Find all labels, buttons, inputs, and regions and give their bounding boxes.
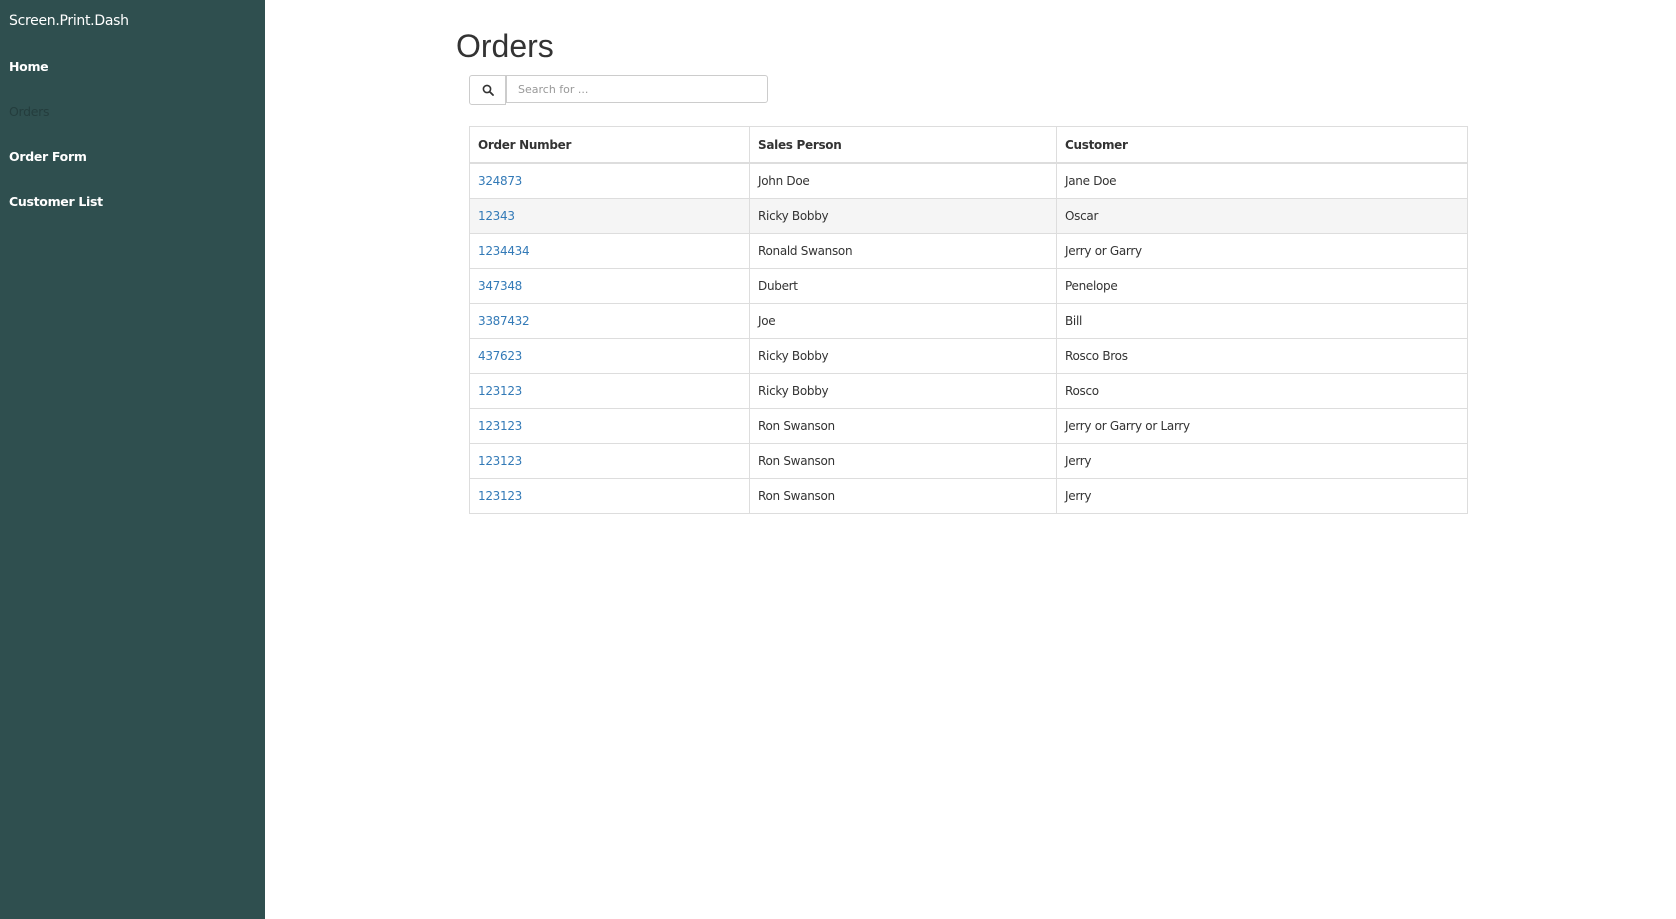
customer-cell: Jerry or Garry or Larry bbox=[1056, 408, 1468, 444]
order-number-cell: 123123 bbox=[469, 408, 750, 444]
sidebar-item-orders[interactable]: Orders bbox=[9, 104, 50, 119]
order-number-link[interactable]: 123123 bbox=[478, 454, 522, 468]
order-number-cell: 1234434 bbox=[469, 233, 750, 269]
table-header-row: Order Number Sales Person Customer bbox=[469, 126, 1468, 164]
order-number-cell: 324873 bbox=[469, 162, 750, 199]
table-row[interactable]: 123123 Ron Swanson Jerry bbox=[469, 443, 1468, 479]
table-row[interactable]: 123123 Ron Swanson Jerry or Garry or Lar… bbox=[469, 408, 1468, 444]
table-row[interactable]: 3387432 Joe Bill bbox=[469, 303, 1468, 339]
sales-person-cell: Ron Swanson bbox=[749, 478, 1057, 514]
order-number-cell: 3387432 bbox=[469, 303, 750, 339]
table-row[interactable]: 123123 Ricky Bobby Rosco bbox=[469, 373, 1468, 409]
sidebar: Screen.Print.Dash Home Orders Order Form… bbox=[0, 0, 265, 919]
table-row[interactable]: 437623 Ricky Bobby Rosco Bros bbox=[469, 338, 1468, 374]
order-number-cell: 347348 bbox=[469, 268, 750, 304]
order-number-link[interactable]: 1234434 bbox=[478, 244, 530, 258]
sales-person-cell: Ron Swanson bbox=[749, 443, 1057, 479]
customer-cell: Jerry or Garry bbox=[1056, 233, 1468, 269]
sales-person-cell: Ronald Swanson bbox=[749, 233, 1057, 269]
customer-cell: Jerry bbox=[1056, 443, 1468, 479]
order-number-link[interactable]: 347348 bbox=[478, 279, 522, 293]
table-row[interactable]: 347348 Dubert Penelope bbox=[469, 268, 1468, 304]
order-number-cell: 437623 bbox=[469, 338, 750, 374]
sales-person-cell: Joe bbox=[749, 303, 1057, 339]
table-row[interactable]: 1234434 Ronald Swanson Jerry or Garry bbox=[469, 233, 1468, 269]
order-number-cell: 123123 bbox=[469, 443, 750, 479]
page-title: Orders bbox=[456, 28, 554, 64]
search-group bbox=[469, 75, 768, 105]
sales-person-cell: Ricky Bobby bbox=[749, 198, 1057, 234]
search-icon bbox=[482, 84, 494, 96]
sidebar-item-home[interactable]: Home bbox=[9, 59, 49, 74]
customer-cell: Bill bbox=[1056, 303, 1468, 339]
order-number-link[interactable]: 123123 bbox=[478, 384, 522, 398]
customer-cell: Rosco Bros bbox=[1056, 338, 1468, 374]
order-number-link[interactable]: 437623 bbox=[478, 349, 522, 363]
search-input[interactable] bbox=[506, 75, 768, 103]
sales-person-cell: Dubert bbox=[749, 268, 1057, 304]
order-number-link[interactable]: 123123 bbox=[478, 489, 522, 503]
order-number-link[interactable]: 324873 bbox=[478, 174, 522, 188]
column-header-sales-person[interactable]: Sales Person bbox=[749, 126, 1057, 164]
column-header-order-number[interactable]: Order Number bbox=[469, 126, 750, 164]
order-number-cell: 123123 bbox=[469, 478, 750, 514]
sales-person-cell: Ricky Bobby bbox=[749, 373, 1057, 409]
order-number-cell: 123123 bbox=[469, 373, 750, 409]
customer-cell: Penelope bbox=[1056, 268, 1468, 304]
sidebar-item-customer-list[interactable]: Customer List bbox=[9, 194, 103, 209]
table-row[interactable]: 324873 John Doe Jane Doe bbox=[469, 162, 1468, 199]
table-row[interactable]: 123123 Ron Swanson Jerry bbox=[469, 478, 1468, 514]
sales-person-cell: John Doe bbox=[749, 162, 1057, 199]
customer-cell: Jerry bbox=[1056, 478, 1468, 514]
customer-cell: Rosco bbox=[1056, 373, 1468, 409]
customer-cell: Jane Doe bbox=[1056, 162, 1468, 199]
sales-person-cell: Ron Swanson bbox=[749, 408, 1057, 444]
order-number-link[interactable]: 3387432 bbox=[478, 314, 530, 328]
order-number-cell: 12343 bbox=[469, 198, 750, 234]
sales-person-cell: Ricky Bobby bbox=[749, 338, 1057, 374]
column-header-customer[interactable]: Customer bbox=[1056, 126, 1468, 164]
search-button[interactable] bbox=[469, 75, 506, 105]
order-number-link[interactable]: 123123 bbox=[478, 419, 522, 433]
table-row[interactable]: 12343 Ricky Bobby Oscar bbox=[469, 198, 1468, 234]
customer-cell: Oscar bbox=[1056, 198, 1468, 234]
order-number-link[interactable]: 12343 bbox=[478, 209, 515, 223]
orders-table: Order Number Sales Person Customer 32487… bbox=[469, 126, 1468, 514]
brand-title[interactable]: Screen.Print.Dash bbox=[9, 13, 129, 29]
sidebar-item-order-form[interactable]: Order Form bbox=[9, 149, 87, 164]
